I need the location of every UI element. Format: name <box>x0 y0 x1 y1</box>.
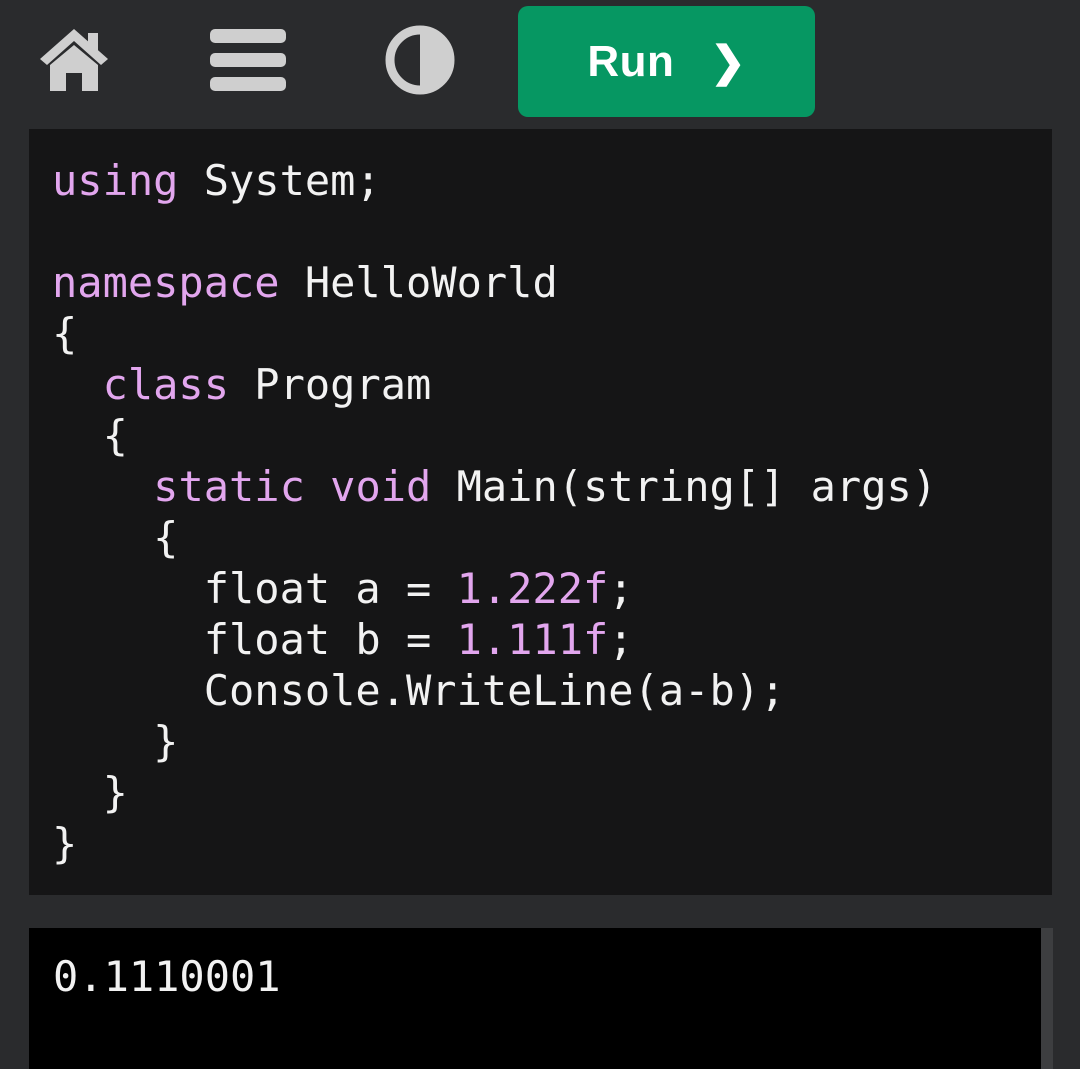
code-text: { <box>52 513 179 562</box>
code-line: static void Main(string[] args) <box>52 461 1052 512</box>
console-scrollbar[interactable] <box>1041 928 1053 1069</box>
code-keyword: class <box>102 360 230 409</box>
code-text: } <box>52 768 128 817</box>
code-line: namespace HelloWorld <box>52 257 1052 308</box>
code-text: } <box>52 717 179 766</box>
code-line: { <box>52 512 1052 563</box>
code-line: } <box>52 818 1052 869</box>
code-text: HelloWorld <box>279 258 558 307</box>
menu-button[interactable] <box>200 20 296 100</box>
chevron-right-icon: ❯ <box>710 38 746 85</box>
home-button[interactable] <box>32 20 116 100</box>
code-line: Console.WriteLine(a-b); <box>52 665 1052 716</box>
contrast-toggle-icon <box>385 25 455 95</box>
code-line: } <box>52 716 1052 767</box>
code-text: float a = <box>52 564 457 613</box>
code-number: 1.222f <box>456 564 609 613</box>
code-line: { <box>52 308 1052 359</box>
run-button-label: Run <box>587 36 675 86</box>
run-button[interactable]: Run ❯ <box>518 6 815 117</box>
code-text: } <box>52 819 78 868</box>
code-line: float a = 1.222f; <box>52 563 1052 614</box>
code-number: 1.111f <box>456 615 609 664</box>
code-text: Main(string[] args) <box>431 462 938 511</box>
code-text: System; <box>178 156 381 205</box>
code-line: class Program <box>52 359 1052 410</box>
home-icon <box>40 29 108 91</box>
code-text: Console.WriteLine(a-b); <box>52 666 786 715</box>
code-keyword: namespace <box>52 258 280 307</box>
console-output-text: 0.1110001 <box>53 952 281 1001</box>
code-playground-app: Run ❯ using System; namespace HelloWorld{… <box>0 0 1080 1069</box>
code-editor[interactable]: using System; namespace HelloWorld{ class… <box>29 129 1052 895</box>
code-line: using System; <box>52 155 1052 206</box>
toolbar: Run ❯ <box>0 0 1080 124</box>
code-text: { <box>52 411 128 460</box>
code-line: { <box>52 410 1052 461</box>
theme-toggle-button[interactable] <box>378 20 462 100</box>
hamburger-menu-icon <box>210 29 286 91</box>
code-line: } <box>52 767 1052 818</box>
code-text: { <box>52 309 78 358</box>
code-line: float b = 1.111f; <box>52 614 1052 665</box>
code-text: Program <box>229 360 432 409</box>
console-output-panel: 0.1110001 <box>29 928 1041 1069</box>
code-text: ; <box>608 564 634 613</box>
code-keyword: void <box>330 462 432 511</box>
code-keyword: using <box>52 156 179 205</box>
code-keyword: static <box>153 462 305 511</box>
code-text: ; <box>608 615 634 664</box>
code-text: float b = <box>52 615 457 664</box>
